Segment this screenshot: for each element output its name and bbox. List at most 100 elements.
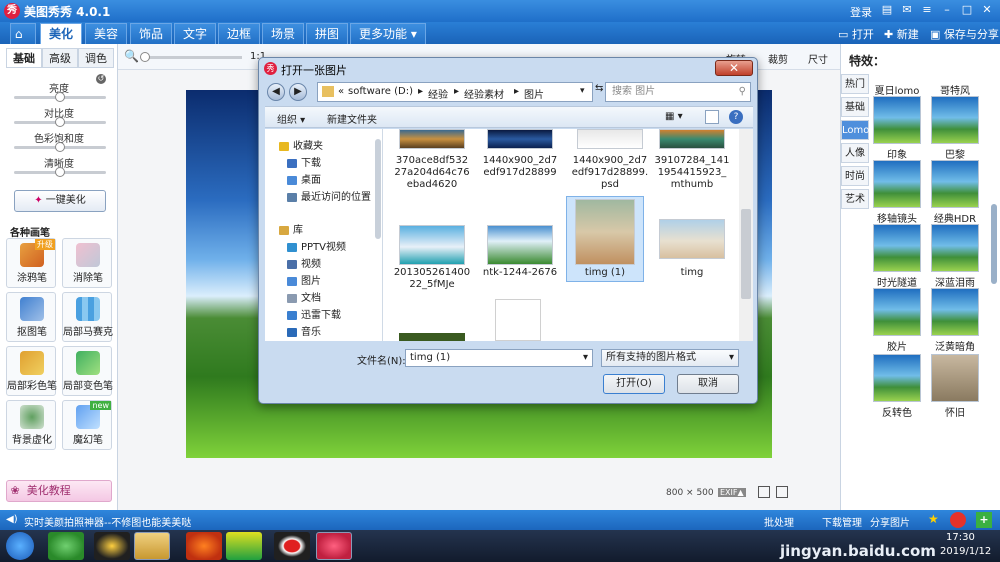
- batch-button[interactable]: 批处理: [764, 514, 794, 529]
- search-input[interactable]: 搜索 图片 ⚲: [605, 82, 751, 102]
- file-thumbnail[interactable]: [399, 129, 465, 149]
- open-button[interactable]: ▭ 打开: [838, 26, 874, 42]
- address-bar[interactable]: « software (D:) ▸ 经验 ▸ 经验素材 ▸ 图片 ▾: [317, 82, 593, 102]
- path-folder-1[interactable]: 经验: [428, 86, 448, 101]
- tool-blur[interactable]: 背景虚化: [6, 400, 56, 450]
- path-folder-2[interactable]: 经验素材: [464, 86, 504, 101]
- skin-icon[interactable]: ▤: [880, 3, 894, 17]
- effect-thumb[interactable]: [931, 288, 979, 336]
- nav-desktop[interactable]: 桌面: [287, 171, 321, 186]
- brightness-slider[interactable]: [14, 92, 106, 102]
- app-360-icon[interactable]: [48, 532, 84, 560]
- open-file-button[interactable]: 打开(O): [603, 374, 665, 394]
- tool-doodle[interactable]: 升级 涂鸦笔: [6, 238, 56, 288]
- add-icon[interactable]: +: [976, 512, 992, 528]
- mail-icon[interactable]: ✉: [900, 3, 914, 17]
- filetype-dropdown-icon[interactable]: ▾: [729, 350, 734, 366]
- filename-input[interactable]: timg (1) ▾: [405, 349, 593, 367]
- file-name[interactable]: timg: [653, 267, 731, 279]
- recorder-icon[interactable]: [274, 532, 310, 560]
- cat-portrait[interactable]: 人像: [841, 143, 869, 163]
- tool-cutout[interactable]: 抠图笔: [6, 292, 56, 342]
- tab-scene[interactable]: 场景: [262, 23, 305, 44]
- nav-pptv[interactable]: PPTV视频: [287, 238, 346, 253]
- tool-color-brush[interactable]: 局部彩色笔: [6, 346, 57, 396]
- login-link[interactable]: 登录: [850, 4, 872, 20]
- tab-border[interactable]: 边框: [218, 23, 261, 44]
- dialog-close-icon[interactable]: ✕: [715, 60, 753, 76]
- status-tip[interactable]: 实时美颜拍照神器--不修图也能美美哒: [24, 514, 191, 529]
- firefox-icon[interactable]: [186, 532, 222, 560]
- sharpness-slider[interactable]: [14, 167, 106, 177]
- size-button[interactable]: 尺寸: [808, 51, 828, 66]
- nav-videos[interactable]: 视频: [287, 255, 321, 270]
- new-folder-button[interactable]: 新建文件夹: [327, 111, 377, 126]
- share-button[interactable]: 分享图片: [870, 514, 910, 529]
- file-name[interactable]: 39107284_1411954415923_mthumb: [653, 155, 731, 191]
- start-icon[interactable]: [6, 532, 34, 560]
- save-share-button[interactable]: ▣ 保存与分享: [930, 26, 999, 42]
- file-name[interactable]: timg (1): [566, 267, 644, 279]
- file-name[interactable]: 20130526140022_5fMJe: [393, 267, 471, 291]
- files-scroll-thumb[interactable]: [741, 209, 751, 299]
- tab-beautify[interactable]: 美化: [40, 23, 83, 44]
- file-thumbnail[interactable]: [575, 199, 635, 265]
- meitu-task-icon[interactable]: [316, 532, 352, 560]
- close-icon[interactable]: ✕: [980, 3, 994, 17]
- path-drive[interactable]: software (D:): [348, 86, 413, 97]
- saturation-knob[interactable]: [55, 142, 65, 152]
- address-dropdown-icon[interactable]: ▾: [580, 86, 585, 96]
- star-icon[interactable]: ★: [928, 512, 939, 526]
- effect-thumb[interactable]: [873, 160, 921, 208]
- explorer-icon[interactable]: [134, 532, 170, 560]
- nav-music[interactable]: 音乐: [287, 323, 321, 338]
- minimize-icon[interactable]: –: [940, 3, 954, 17]
- organize-button[interactable]: 组织 ▾: [277, 111, 305, 126]
- tab-basic[interactable]: 基础: [6, 48, 42, 68]
- cat-hot[interactable]: 热门: [841, 74, 869, 94]
- tab-accessories[interactable]: 饰品: [130, 23, 173, 44]
- fit-icon[interactable]: [776, 486, 788, 498]
- help-icon[interactable]: ?: [729, 110, 743, 124]
- tab-advanced[interactable]: 高级: [42, 48, 78, 68]
- path-folder-3[interactable]: 图片: [524, 86, 544, 101]
- tab-beauty[interactable]: 美容: [85, 23, 128, 44]
- compare-icon[interactable]: [758, 486, 770, 498]
- new-button[interactable]: ✚ 新建: [884, 26, 919, 42]
- nav-recent[interactable]: 最近访问的位置: [287, 188, 371, 203]
- qq-icon[interactable]: [94, 532, 130, 560]
- file-thumbnail[interactable]: [399, 333, 465, 341]
- file-name[interactable]: 370ace8df53227a204d64c76ebad4620: [393, 155, 471, 191]
- brightness-knob[interactable]: [55, 92, 65, 102]
- download-button[interactable]: 下载管理: [822, 514, 862, 529]
- clock-time[interactable]: 17:30: [946, 532, 975, 543]
- files-scrollbar[interactable]: [739, 129, 753, 341]
- contrast-knob[interactable]: [55, 117, 65, 127]
- nav-scrollbar[interactable]: [375, 139, 381, 239]
- player-icon[interactable]: [226, 532, 262, 560]
- forward-icon[interactable]: ▶: [289, 83, 307, 101]
- nav-library[interactable]: 库: [279, 221, 303, 236]
- cat-fashion[interactable]: 时尚: [841, 166, 869, 186]
- tool-magic-pen[interactable]: new 魔幻笔: [62, 400, 112, 450]
- effect-thumb[interactable]: [931, 354, 979, 402]
- blank-file-icon[interactable]: [495, 299, 541, 341]
- tab-more[interactable]: 更多功能 ▾: [350, 23, 426, 44]
- zoom-slider[interactable]: [140, 52, 242, 62]
- effect-thumb[interactable]: [931, 224, 979, 272]
- contrast-slider[interactable]: [14, 117, 106, 127]
- crop-button[interactable]: 裁剪: [768, 51, 788, 66]
- sharpness-knob[interactable]: [55, 167, 65, 177]
- cat-art[interactable]: 艺术: [841, 189, 869, 209]
- effect-thumb[interactable]: [931, 160, 979, 208]
- refresh-icon[interactable]: ⇆: [595, 83, 603, 101]
- nav-favorites[interactable]: 收藏夹: [279, 137, 323, 152]
- weibo-icon[interactable]: [950, 512, 966, 528]
- nav-downloads[interactable]: 下载: [287, 154, 321, 169]
- nav-documents[interactable]: 文档: [287, 289, 321, 304]
- filetype-select[interactable]: 所有支持的图片格式 ▾: [601, 349, 739, 367]
- effect-thumb[interactable]: [931, 96, 979, 144]
- nav-pictures[interactable]: 图片: [287, 272, 321, 287]
- file-thumbnail[interactable]: [577, 129, 643, 149]
- cat-lomo[interactable]: Lomo: [841, 120, 869, 140]
